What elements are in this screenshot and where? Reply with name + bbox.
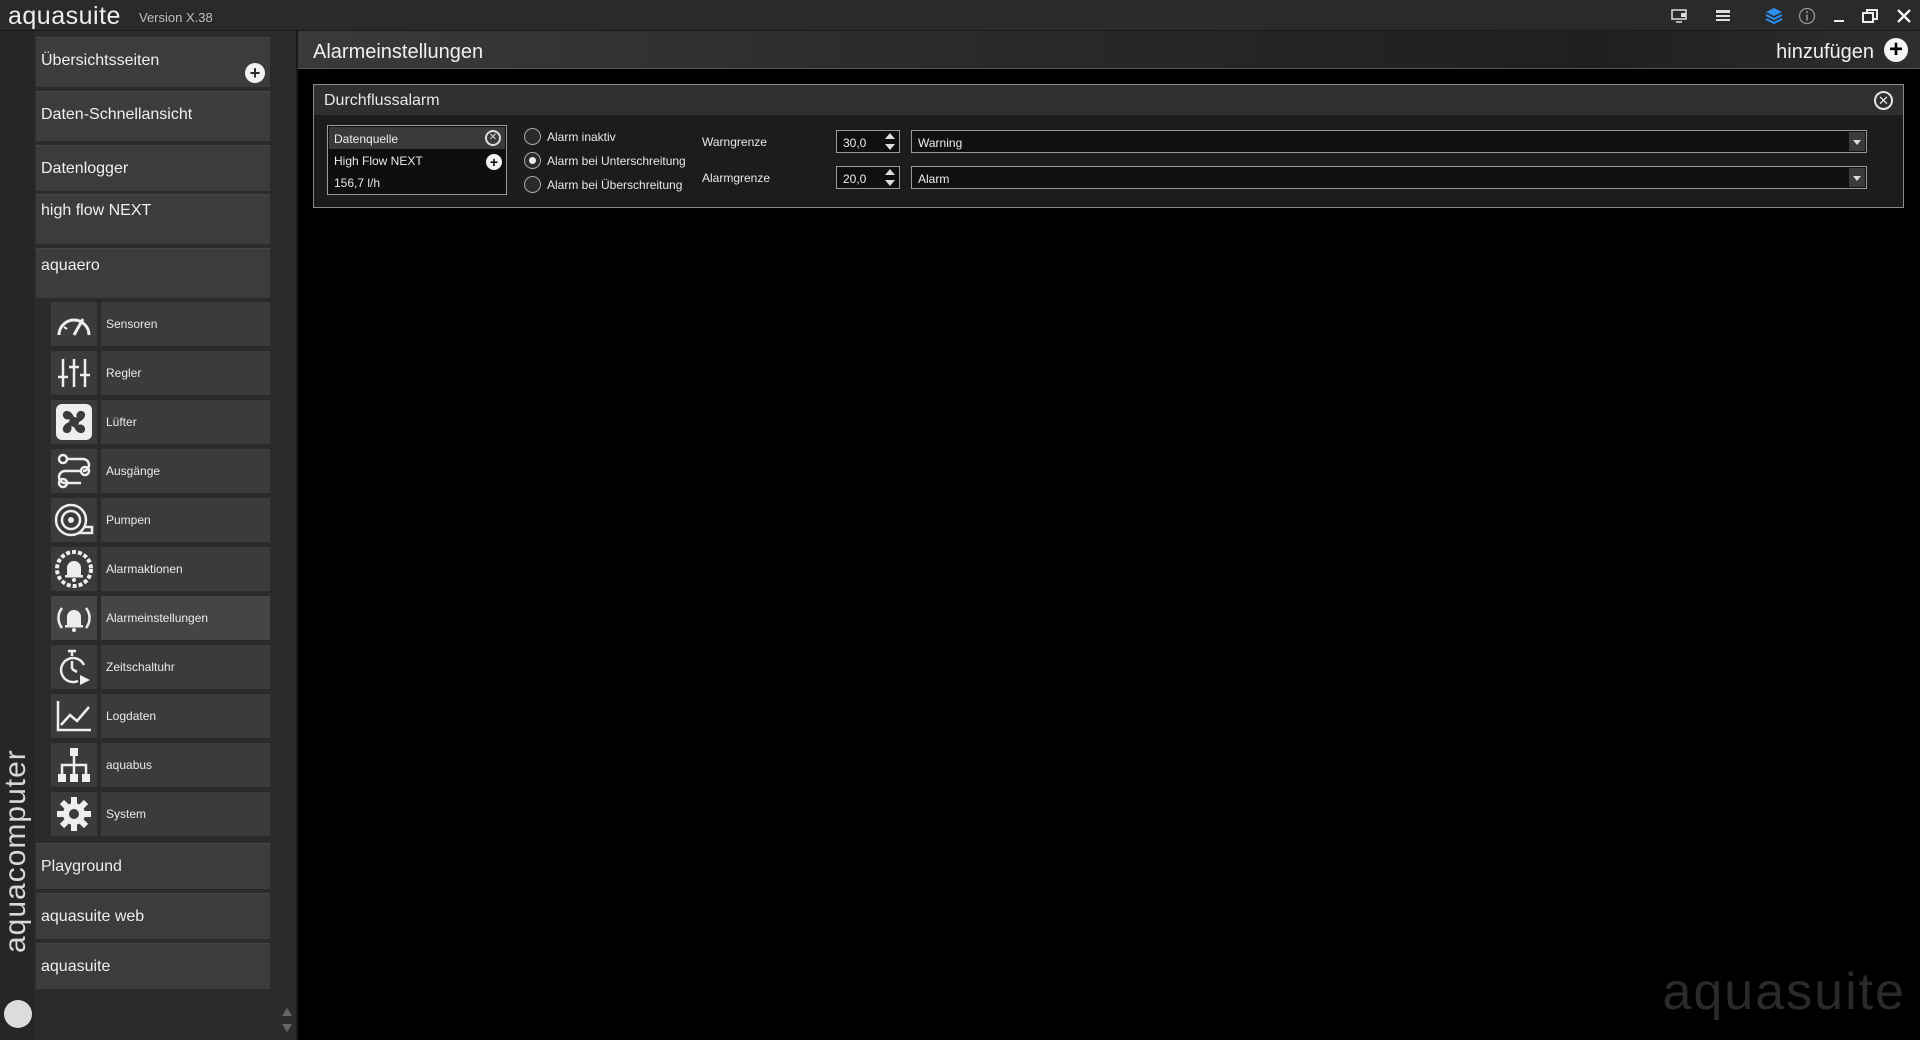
warn-limit-stepper[interactable]: 30,0 — [836, 130, 900, 153]
timer-icon — [51, 645, 97, 689]
sub-item-label: Ausgänge — [101, 449, 270, 493]
display-icon[interactable] — [1669, 6, 1689, 26]
sidebar-item-overview-pages[interactable]: Übersichtsseiten + — [36, 37, 270, 87]
alarm-limit-value[interactable]: 20,0 — [843, 172, 866, 186]
alarm-action-value: Alarm — [918, 172, 950, 186]
add-source-icon[interactable]: + — [486, 154, 502, 170]
radio-label: Alarm inaktiv — [547, 130, 616, 144]
chevron-down-icon[interactable] — [1849, 132, 1865, 151]
sidebar-item-data-quick-view[interactable]: Daten-Schnellansicht — [36, 91, 270, 141]
sidebar-item-label: aquaero — [41, 257, 100, 274]
network-icon — [51, 743, 97, 787]
scroll-arrows-icon[interactable] — [280, 1006, 294, 1034]
panel-header: Durchflussalarm ✕ — [314, 85, 1903, 115]
sidebar-item-high-flow-next[interactable]: high flow NEXT — [36, 194, 270, 244]
flow-alarm-panel: Durchflussalarm ✕ Datenquelle ✕ High Flo… — [313, 84, 1904, 208]
panel-title: Durchflussalarm — [324, 92, 440, 109]
info-icon[interactable] — [1797, 6, 1817, 26]
add-label[interactable]: hinzufügen — [1776, 41, 1874, 64]
warn-limit-label: Warngrenze — [702, 135, 767, 149]
warn-limit-value[interactable]: 30,0 — [843, 136, 866, 150]
remove-source-icon[interactable]: ✕ — [485, 130, 501, 146]
app-version: Version X.38 — [139, 10, 213, 25]
sub-item-label: Sensoren — [101, 302, 270, 346]
sub-item-label: Alarmaktionen — [101, 547, 270, 591]
sidebar-item-label: Playground — [41, 858, 122, 875]
sidebar-item-label: aquasuite web — [41, 908, 145, 925]
data-source-value: 156,7 l/h — [334, 176, 381, 190]
sub-item-label: Lüfter — [101, 400, 270, 444]
sidebar-item-label: Übersichtsseiten — [41, 52, 160, 69]
sidebar-item-datalogger[interactable]: Datenlogger — [36, 145, 270, 191]
add-button[interactable]: + — [1884, 38, 1908, 62]
sub-item-label: Zeitschaltuhr — [101, 645, 270, 689]
pump-icon — [51, 498, 97, 542]
sidebar-item-label: high flow NEXT — [41, 202, 152, 219]
add-icon[interactable]: + — [245, 63, 265, 83]
chevron-down-icon[interactable] — [1849, 168, 1865, 187]
restore-icon[interactable] — [1860, 6, 1880, 26]
data-source-box: Datenquelle ✕ High Flow NEXT + 156,7 l/h — [327, 125, 507, 195]
sub-item-label: Alarmeinstellungen — [101, 596, 270, 640]
alarm-limit-label: Alarmgrenze — [702, 171, 771, 185]
data-source-label: Datenquelle — [334, 132, 399, 146]
sidebar-item-label: Datenlogger — [41, 160, 129, 177]
page-header: Alarmeinstellungen hinzufügen + — [298, 31, 1920, 69]
sub-item-label: Pumpen — [101, 498, 270, 542]
sidebar-item-label: aquasuite — [41, 958, 111, 975]
page-title: Alarmeinstellungen — [313, 41, 484, 63]
sub-item-label: System — [101, 792, 270, 836]
app-name: aquasuite — [8, 2, 121, 30]
main-content: Alarmeinstellungen hinzufügen + Durchflu… — [298, 31, 1920, 1040]
brand-logo-icon — [4, 1000, 32, 1028]
data-source-header: Datenquelle ✕ — [329, 127, 505, 149]
data-source-device: High Flow NEXT — [334, 154, 423, 168]
sidebar-item-label: Daten-Schnellansicht — [41, 106, 193, 123]
minimize-icon[interactable] — [1829, 6, 1849, 26]
radio-button[interactable] — [524, 176, 541, 193]
gauge-icon — [51, 302, 97, 346]
list-icon[interactable] — [1713, 6, 1733, 26]
fan-icon — [51, 400, 97, 444]
stepper-arrows-icon[interactable] — [883, 168, 897, 187]
watermark: aquasuite — [1662, 963, 1906, 1021]
chart-icon — [51, 694, 97, 738]
radio-button[interactable] — [524, 152, 541, 169]
radio-label: Alarm bei Überschreitung — [547, 178, 683, 192]
close-icon[interactable] — [1894, 6, 1914, 26]
sidebar-item-playground[interactable]: Playground — [36, 843, 270, 889]
sidebar-item-aquasuite[interactable]: aquasuite — [36, 943, 270, 989]
alarm-action-select[interactable]: Alarm — [911, 166, 1867, 189]
sliders-icon — [51, 351, 97, 395]
radio-label: Alarm bei Unterschreitung — [547, 154, 686, 168]
close-panel-icon[interactable]: ✕ — [1874, 91, 1893, 110]
warn-action-value: Warning — [918, 136, 963, 150]
alarm-bell-icon — [51, 547, 97, 591]
sub-item-label: Logdaten — [101, 694, 270, 738]
layers-icon[interactable] — [1764, 6, 1784, 26]
stepper-arrows-icon[interactable] — [883, 132, 897, 151]
sub-item-label: Regler — [101, 351, 270, 395]
sidebar-item-aquasuite-web[interactable]: aquasuite web — [36, 893, 270, 939]
alarm-limit-stepper[interactable]: 20,0 — [836, 166, 900, 189]
brand-name: aquacomputer — [0, 749, 32, 953]
title-bar: aquasuite Version X.38 — [0, 0, 1920, 31]
sidebar-item-aquaero[interactable]: aquaero — [36, 248, 270, 298]
sub-item-label: aquabus — [101, 743, 270, 787]
warn-action-select[interactable]: Warning — [911, 130, 1867, 153]
alarm-settings-icon — [51, 596, 97, 640]
outputs-icon — [51, 449, 97, 493]
radio-button[interactable] — [524, 128, 541, 145]
gear-icon — [51, 792, 97, 836]
